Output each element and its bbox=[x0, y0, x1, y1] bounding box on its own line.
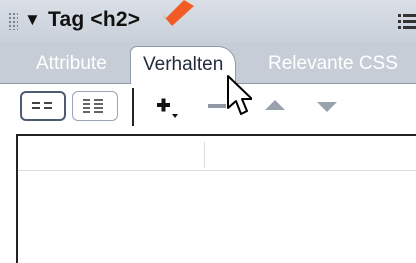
behaviors-list-header bbox=[18, 136, 416, 171]
panel-title[interactable]: Tag <h2> bbox=[48, 8, 140, 32]
annotation-arrow-icon bbox=[162, 0, 194, 26]
panel-grip-icon[interactable] bbox=[8, 12, 18, 30]
move-down-icon[interactable] bbox=[314, 94, 340, 120]
category-view-button[interactable] bbox=[20, 91, 66, 121]
behaviors-list[interactable] bbox=[16, 134, 416, 263]
mouse-cursor-icon bbox=[227, 75, 252, 115]
behaviors-toolbar bbox=[0, 84, 416, 130]
panel-options-icon[interactable] bbox=[398, 12, 416, 30]
panel-header: ▼ Tag <h2> bbox=[0, 0, 416, 43]
triangle-down-icon[interactable]: ▼ bbox=[24, 10, 41, 30]
toolbar-divider bbox=[132, 88, 134, 126]
move-up-icon[interactable] bbox=[262, 94, 288, 120]
tab-relevante-css[interactable]: Relevante CSS bbox=[268, 53, 398, 75]
tab-verhalten[interactable]: Verhalten bbox=[130, 46, 237, 84]
tab-attribute[interactable]: Attribute bbox=[36, 53, 107, 75]
tab-bar: Attribute Verhalten Relevante CSS bbox=[0, 42, 416, 84]
column-separator[interactable] bbox=[204, 142, 205, 168]
add-behavior-icon[interactable] bbox=[154, 94, 180, 120]
list-view-icon bbox=[83, 99, 103, 113]
category-view-icon bbox=[32, 102, 52, 109]
list-view-button[interactable] bbox=[72, 91, 118, 121]
